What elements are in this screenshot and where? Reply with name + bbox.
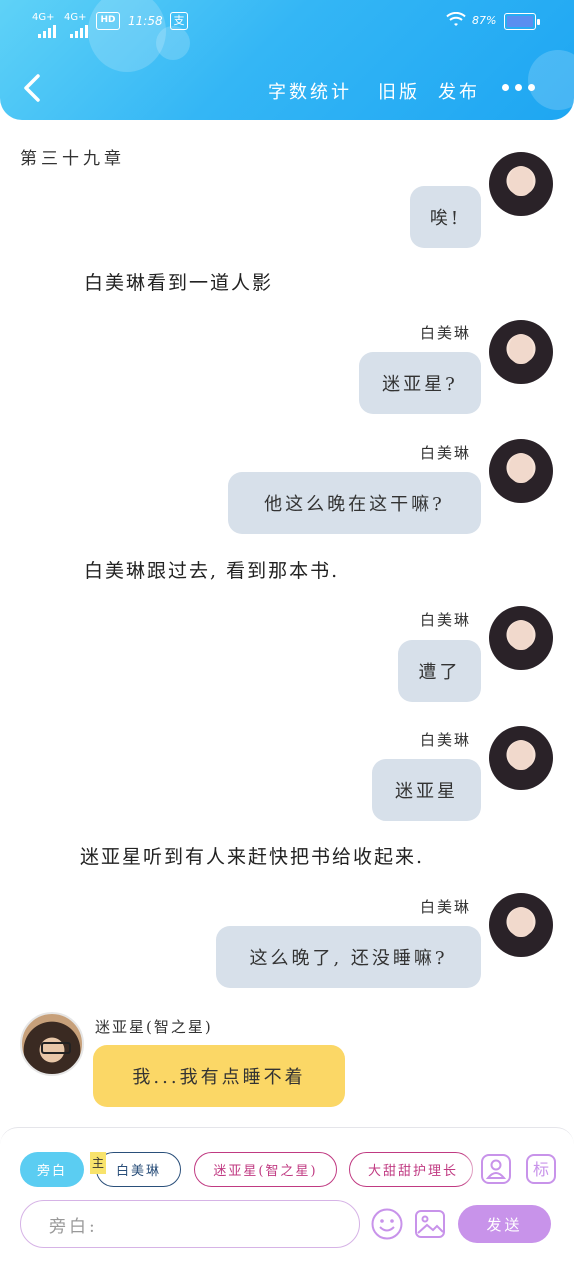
clock: 11:58 — [128, 14, 163, 28]
message-input[interactable]: 旁白: — [20, 1200, 360, 1248]
narration-text[interactable]: 白美琳看到一道人影 — [84, 268, 273, 295]
character-chip-mi-yaxing[interactable]: 迷亚星(智之星) — [194, 1152, 337, 1187]
send-button[interactable]: 发送 — [458, 1205, 551, 1243]
pay-icon: 支 — [170, 12, 188, 30]
signal-icon — [38, 22, 60, 38]
avatar[interactable] — [489, 439, 553, 503]
avatar[interactable] — [489, 320, 553, 384]
chat-bubble[interactable]: 迷亚星? — [359, 352, 481, 414]
battery-percent: 87% — [472, 14, 497, 27]
main-character-badge: 主 — [90, 1152, 106, 1174]
narration-text[interactable]: 迷亚星听到有人来赶快把书给收起来. — [80, 842, 424, 869]
wifi-icon — [446, 12, 466, 26]
emoji-icon[interactable] — [370, 1207, 404, 1241]
battery-icon — [504, 13, 540, 30]
word-count-button[interactable]: 字数统计 — [268, 78, 352, 104]
chat-bubble[interactable]: 这么晚了, 还没睡嘛? — [216, 926, 481, 988]
character-chip-da-tiantian[interactable]: 大甜甜护理长 — [349, 1152, 473, 1187]
sender-name: 白美琳 — [420, 731, 472, 749]
top-header: 4G+ 4G+ HD 11:58 支 87% 字数统计 旧版 发布 — [0, 0, 574, 120]
narration-chip[interactable]: 旁白 — [20, 1152, 84, 1187]
avatar[interactable] — [489, 152, 553, 216]
hd-badge: HD — [96, 12, 120, 30]
image-icon[interactable] — [414, 1208, 446, 1240]
narration-text[interactable]: 白美琳跟过去, 看到那本书. — [84, 556, 339, 583]
person-card-icon[interactable] — [480, 1153, 512, 1185]
old-version-button[interactable]: 旧版 — [378, 78, 420, 104]
more-options-icon[interactable] — [502, 80, 538, 96]
chat-bubble[interactable]: 遭了 — [398, 640, 481, 702]
avatar[interactable] — [489, 606, 553, 670]
tag-icon[interactable]: 标 — [525, 1153, 557, 1185]
chip-fade — [462, 1148, 482, 1192]
sender-name: 白美琳 — [420, 444, 472, 462]
sender-name: 白美琳 — [420, 611, 472, 629]
publish-button[interactable]: 发布 — [438, 78, 480, 104]
sender-name: 迷亚星(智之星) — [95, 1018, 213, 1036]
sender-name: 白美琳 — [420, 898, 472, 916]
avatar[interactable] — [489, 726, 553, 790]
status-bar: 4G+ 4G+ HD 11:58 支 87% — [0, 0, 574, 44]
chat-bubble[interactable]: 我...我有点睡不着 — [93, 1045, 345, 1107]
chapter-title: 第三十九章 — [20, 149, 125, 169]
character-chip-bai-meilin[interactable]: 白美琳 — [96, 1152, 181, 1187]
sender-name: 白美琳 — [420, 324, 472, 342]
avatar[interactable] — [20, 1012, 84, 1076]
svg-text:标: 标 — [533, 1160, 549, 1179]
chat-bubble[interactable]: 唉! — [410, 186, 481, 248]
avatar[interactable] — [489, 893, 553, 957]
chat-bubble[interactable]: 迷亚星 — [372, 759, 481, 821]
signal-icon — [70, 22, 92, 38]
chat-bubble[interactable]: 他这么晚在这干嘛? — [228, 472, 481, 534]
back-arrow-icon[interactable] — [18, 72, 46, 104]
